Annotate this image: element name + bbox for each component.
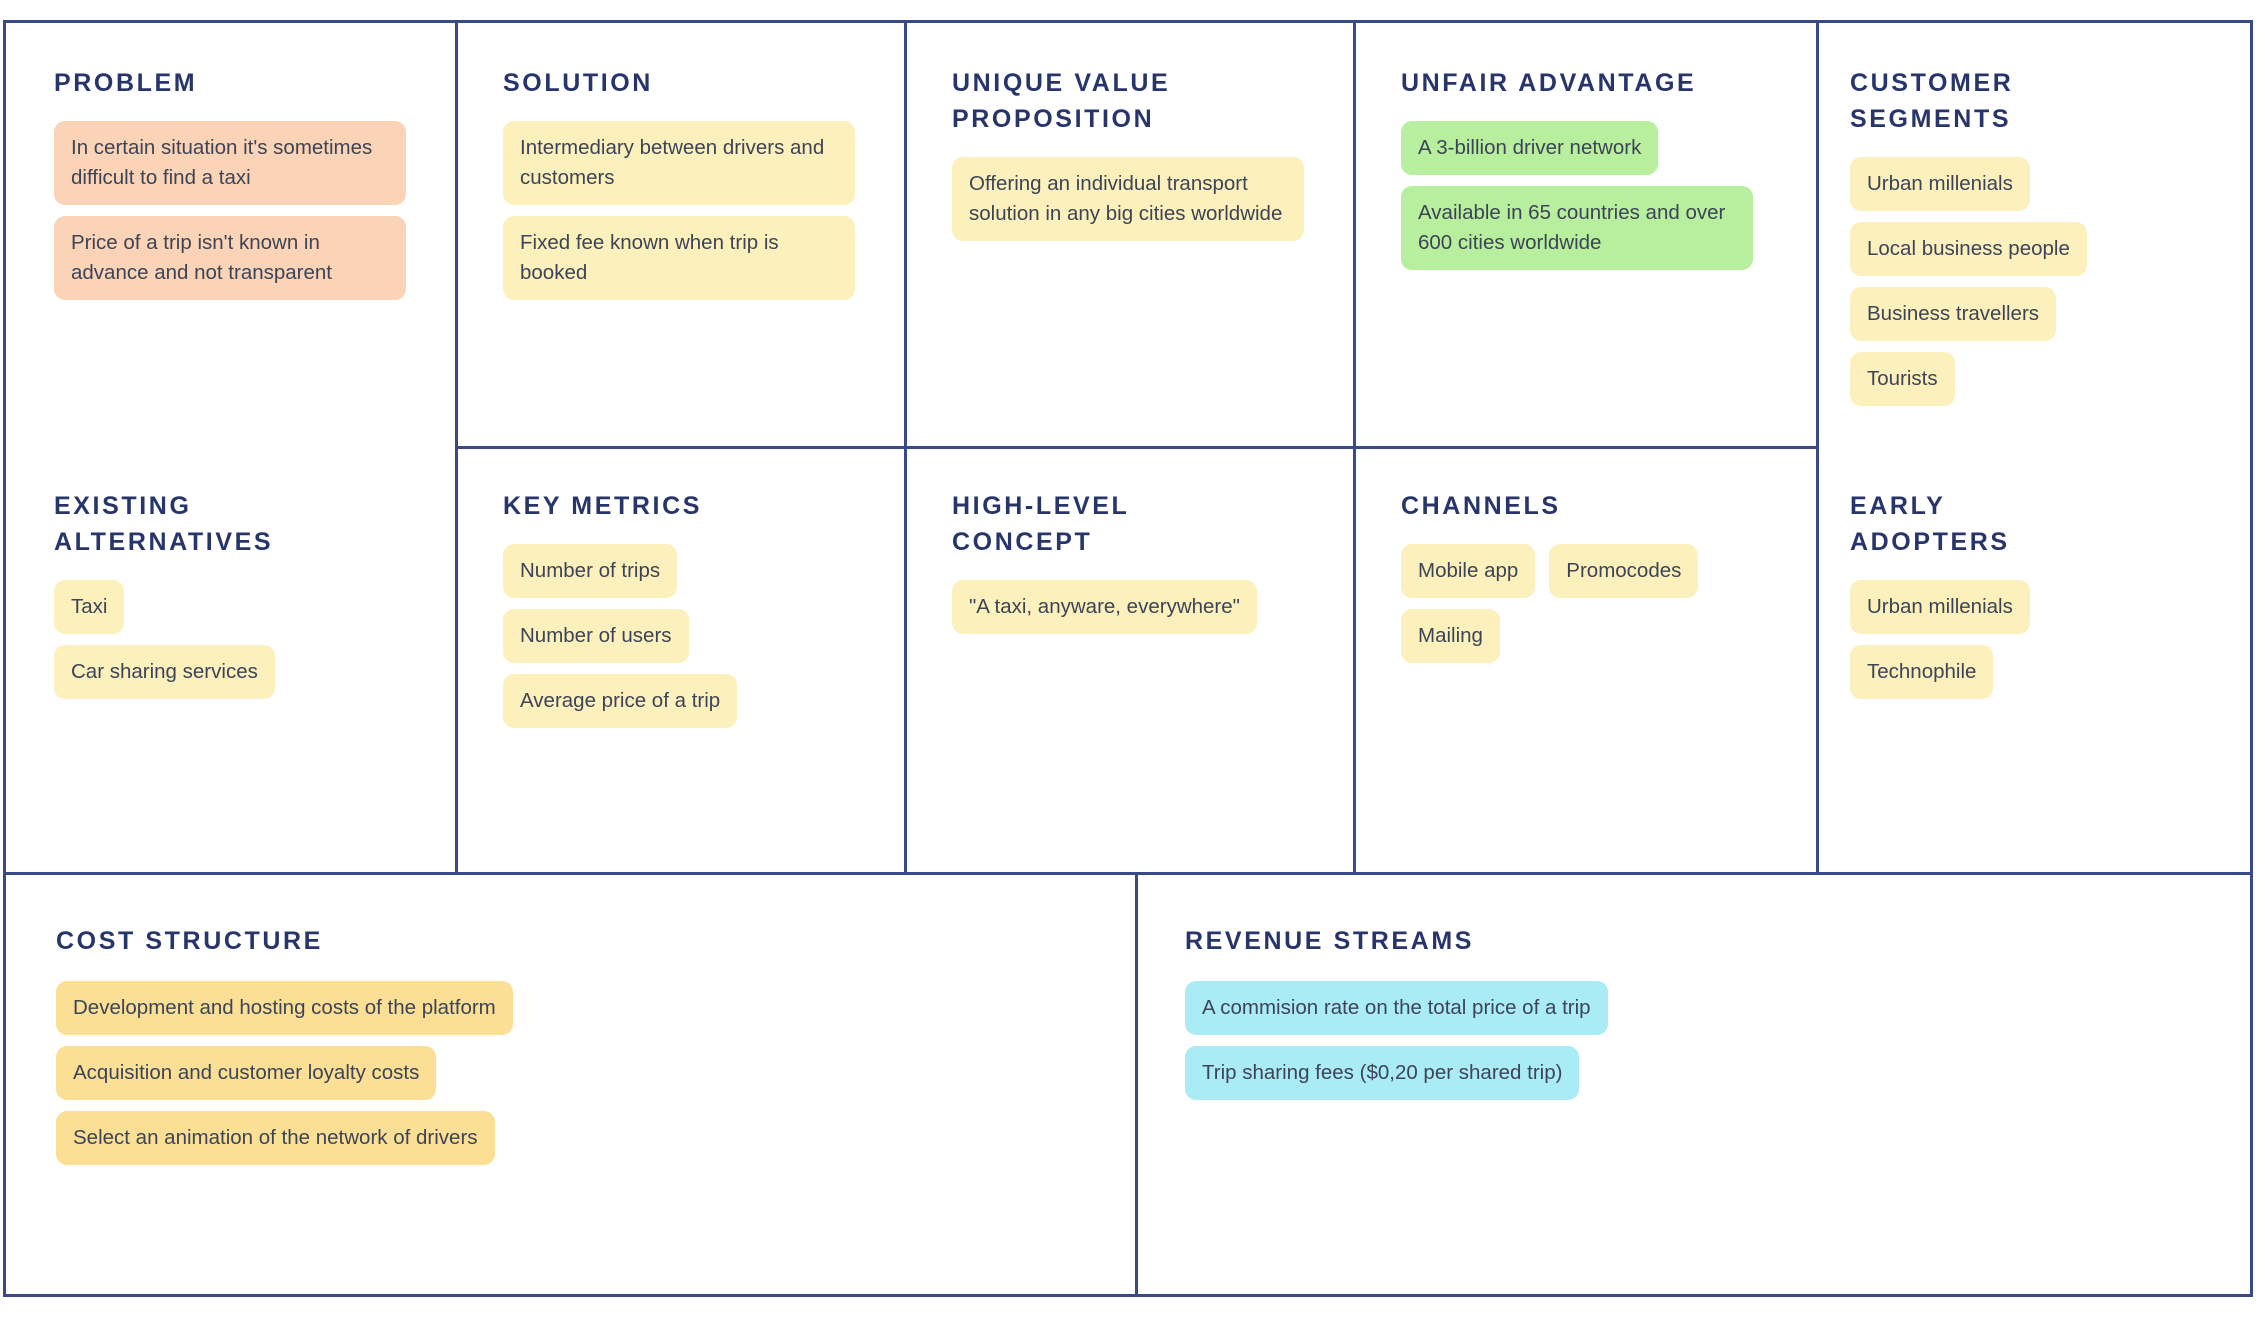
lean-canvas-board: PROBLEM In certain situation it's someti… [3, 20, 2253, 1297]
card-solution-1[interactable]: Intermediary between drivers and custome… [503, 121, 855, 205]
block-title-solution: SOLUTION [503, 69, 653, 97]
card-list-unfair-advantage: A 3-billion driver network Available in … [1401, 121, 1802, 270]
block-title-customer-segments: CUSTOMER SEGMENTS [1850, 69, 2014, 133]
card-channel-1[interactable]: Mobile app [1401, 544, 1536, 598]
block-title-cost-structure: COST STRUCTURE [56, 927, 323, 955]
block-early-adopters: EARLY ADOPTERS Urban millenials Technoph… [1802, 446, 2250, 872]
block-high-level-concept: HIGH-LEVEL CONCEPT "A taxi, anyware, eve… [904, 446, 1353, 872]
block-key-metrics: KEY METRICS Number of trips Number of us… [455, 446, 904, 872]
block-title-unique-value-proposition: UNIQUE VALUE PROPOSITION [952, 69, 1171, 133]
card-unfair-advantage-1[interactable]: A 3-billion driver network [1401, 121, 1659, 175]
block-title-high-level-concept: HIGH-LEVEL CONCEPT [952, 492, 1130, 556]
card-channel-2[interactable]: Promocodes [1549, 544, 1699, 598]
card-list-customer-segments: Urban millenials Local business people B… [1850, 157, 2250, 406]
card-list-channels: Mobile app Promocodes Mailing [1401, 544, 1751, 663]
card-channel-3[interactable]: Mailing [1401, 609, 1500, 663]
block-title-early-adopters: EARLY ADOPTERS [1850, 492, 2010, 556]
block-solution: SOLUTION Intermediary between drivers an… [455, 23, 904, 446]
card-list-key-metrics: Number of trips Number of users Average … [503, 544, 904, 728]
card-key-metric-3[interactable]: Average price of a trip [503, 674, 738, 728]
block-revenue-streams: REVENUE STREAMS A commision rate on the … [1135, 875, 2250, 1294]
block-title-existing-alternatives: EXISTING ALTERNATIVES [54, 492, 274, 556]
row-divider [455, 446, 1816, 449]
card-problem-2[interactable]: Price of a trip isn't known in advance a… [54, 216, 406, 300]
card-cost-structure-2[interactable]: Acquisition and customer loyalty costs [56, 1046, 437, 1100]
block-unique-value-proposition: UNIQUE VALUE PROPOSITION Offering an ind… [904, 23, 1353, 446]
card-existing-alternative-2[interactable]: Car sharing services [54, 645, 275, 699]
block-title-channels: CHANNELS [1401, 492, 1561, 520]
card-list-early-adopters: Urban millenials Technophile [1850, 580, 2250, 699]
card-customer-segment-3[interactable]: Business travellers [1850, 287, 2057, 341]
block-channels: CHANNELS Mobile app Promocodes Mailing [1353, 446, 1802, 872]
card-key-metric-2[interactable]: Number of users [503, 609, 689, 663]
card-list-cost-structure: Development and hosting costs of the pla… [56, 981, 1135, 1165]
card-uvp-1[interactable]: Offering an individual transport solutio… [952, 157, 1304, 241]
card-revenue-stream-1[interactable]: A commision rate on the total price of a… [1185, 981, 1608, 1035]
card-early-adopter-1[interactable]: Urban millenials [1850, 580, 2030, 634]
block-title-revenue-streams: REVENUE STREAMS [1185, 927, 1475, 955]
card-list-solution: Intermediary between drivers and custome… [503, 121, 904, 300]
block-title-key-metrics: KEY METRICS [503, 492, 702, 520]
lean-canvas-bottom-grid: COST STRUCTURE Development and hosting c… [6, 875, 2250, 1294]
main-section-divider [6, 872, 2250, 875]
card-high-level-concept-1[interactable]: "A taxi, anyware, everywhere" [952, 580, 1257, 634]
card-list-existing-alternatives: Taxi Car sharing services [54, 580, 455, 699]
card-list-high-level-concept: "A taxi, anyware, everywhere" [952, 580, 1353, 634]
card-problem-1[interactable]: In certain situation it's sometimes diff… [54, 121, 406, 205]
card-key-metric-1[interactable]: Number of trips [503, 544, 678, 598]
block-problem: PROBLEM In certain situation it's someti… [6, 23, 455, 446]
card-unfair-advantage-2[interactable]: Available in 65 countries and over 600 c… [1401, 186, 1753, 270]
card-revenue-stream-2[interactable]: Trip sharing fees ($0,20 per shared trip… [1185, 1046, 1580, 1100]
card-solution-2[interactable]: Fixed fee known when trip is booked [503, 216, 855, 300]
card-list-unique-value-proposition: Offering an individual transport solutio… [952, 157, 1353, 241]
lean-canvas-top-grid: PROBLEM In certain situation it's someti… [6, 23, 2250, 872]
block-title-unfair-advantage: UNFAIR ADVANTAGE [1401, 69, 1697, 97]
card-customer-segment-1[interactable]: Urban millenials [1850, 157, 2030, 211]
card-list-problem: In certain situation it's sometimes diff… [54, 121, 455, 300]
block-title-problem: PROBLEM [54, 69, 198, 97]
card-existing-alternative-1[interactable]: Taxi [54, 580, 125, 634]
block-cost-structure: COST STRUCTURE Development and hosting c… [6, 875, 1135, 1294]
block-unfair-advantage: UNFAIR ADVANTAGE A 3-billion driver netw… [1353, 23, 1802, 446]
block-existing-alternatives: EXISTING ALTERNATIVES Taxi Car sharing s… [6, 446, 455, 872]
bottom-column-divider [1135, 875, 1138, 1294]
block-customer-segments: CUSTOMER SEGMENTS Urban millenials Local… [1802, 23, 2250, 446]
card-customer-segment-2[interactable]: Local business people [1850, 222, 2087, 276]
card-list-revenue-streams: A commision rate on the total price of a… [1185, 981, 2250, 1100]
card-customer-segment-4[interactable]: Tourists [1850, 352, 1955, 406]
card-early-adopter-2[interactable]: Technophile [1850, 645, 1994, 699]
card-cost-structure-3[interactable]: Select an animation of the network of dr… [56, 1111, 495, 1165]
column-divider-4 [1816, 23, 1819, 872]
card-cost-structure-1[interactable]: Development and hosting costs of the pla… [56, 981, 513, 1035]
